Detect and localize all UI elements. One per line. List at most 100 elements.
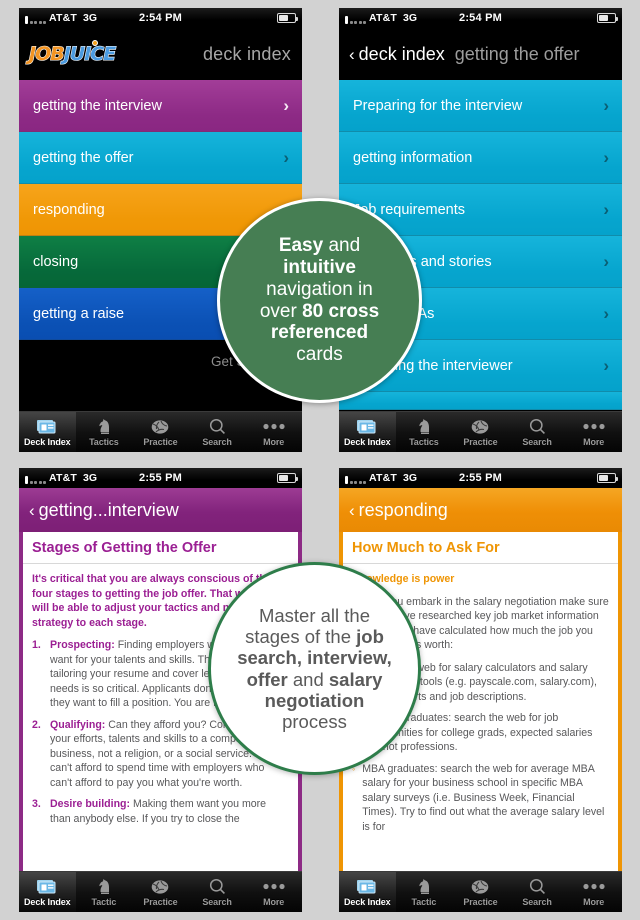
callout-navigation: Easy and intuitive navigation in over 80 cr…: [217, 198, 422, 403]
status-bar: AT&T 3G 2:54 PM: [19, 8, 302, 28]
tab-label: Search: [522, 897, 552, 907]
tab-tactics[interactable]: Tactic: [396, 872, 453, 912]
list-item[interactable]: getting information ›: [339, 132, 622, 184]
back-button[interactable]: ‹ getting...interview: [29, 500, 179, 521]
tab-label: Search: [202, 437, 232, 447]
tab-bar: Deck Index Tactic Practice Search More: [19, 871, 302, 912]
ellipsis-icon: [583, 417, 605, 436]
step-term: Desire building:: [50, 798, 131, 810]
battery-icon: [277, 473, 298, 483]
tab-label: Search: [202, 897, 232, 907]
chevron-left-icon: ‹: [349, 44, 355, 64]
list-item-label: closing: [33, 253, 79, 270]
list-item-partial[interactable]: [339, 392, 622, 410]
tab-label: Tactic: [91, 897, 117, 907]
magnifier-icon: [529, 417, 546, 436]
cards-icon: [357, 417, 377, 436]
magnifier-icon: [209, 417, 226, 436]
list-item-label: Preparing for the interview: [353, 97, 523, 114]
status-bar-time: 2:55 PM: [139, 472, 182, 484]
tab-label: Practice: [463, 437, 498, 447]
chevron-left-icon: ‹: [349, 500, 355, 520]
tab-label: More: [583, 897, 605, 907]
list-item[interactable]: Preparing for the interview ›: [339, 80, 622, 132]
tab-bar: Deck Index Tactics Practice Search More: [339, 411, 622, 452]
tab-practice[interactable]: Practice: [452, 872, 509, 912]
logo-text-job: JOB: [28, 42, 65, 65]
jobjuice-logo: JOB JUICE: [28, 40, 117, 66]
tab-more[interactable]: More: [565, 872, 622, 912]
tab-practice[interactable]: Practice: [132, 412, 189, 452]
tab-deck-index[interactable]: Deck Index: [19, 872, 76, 912]
battery-icon: [277, 13, 298, 23]
tab-deck-index[interactable]: Deck Index: [339, 872, 396, 912]
tab-tactics[interactable]: Tactics: [396, 412, 453, 452]
tab-label: Deck Index: [344, 897, 391, 907]
back-button-label: deck index: [358, 43, 445, 64]
list-item-label: responding: [33, 201, 105, 218]
list-item[interactable]: getting the interview ›: [19, 80, 302, 132]
callout-stages: Master all the stages of the job search, i…: [208, 562, 421, 775]
tab-practice[interactable]: Practice: [132, 872, 189, 912]
tab-label: More: [263, 897, 285, 907]
tab-search[interactable]: Search: [189, 412, 246, 452]
callout-text: Master all the stages of the job search, i…: [237, 604, 392, 733]
step-number: 1.: [32, 639, 41, 651]
tab-tactics[interactable]: Tactic: [76, 872, 133, 912]
callout-text: Easy and intuitive navigation in over 80 cr…: [259, 234, 380, 366]
tab-label: Practice: [463, 897, 498, 907]
tab-more[interactable]: More: [565, 412, 622, 452]
tab-label: Deck Index: [344, 437, 391, 447]
tab-more[interactable]: More: [245, 872, 302, 912]
tab-search[interactable]: Search: [509, 872, 566, 912]
tab-label: Tactics: [89, 437, 119, 447]
tab-tactics[interactable]: Tactics: [76, 412, 133, 452]
card-lead-paragraph: Knowledge is power: [352, 573, 455, 585]
tab-label: Search: [522, 437, 552, 447]
list-item-label: getting the offer: [33, 149, 134, 166]
list-item[interactable]: getting the offer ›: [19, 132, 302, 184]
battery-icon: [597, 13, 618, 23]
ellipsis-icon: [263, 417, 285, 436]
tab-label: More: [263, 437, 285, 447]
ellipsis-icon: [583, 877, 605, 896]
knight-chess-icon: [417, 877, 431, 896]
screenshot-grid: AT&T 3G 2:54 PM JOB JUICE deck index gett…: [0, 0, 640, 920]
battery-icon: [597, 473, 618, 483]
list-item-label: getting the interview: [33, 97, 162, 114]
knight-chess-icon: [97, 877, 111, 896]
tab-deck-index[interactable]: Deck Index: [339, 412, 396, 452]
cards-icon: [37, 877, 57, 896]
brain-icon: [471, 877, 489, 896]
tab-search[interactable]: Search: [509, 412, 566, 452]
back-button[interactable]: ‹ deck index: [349, 44, 445, 65]
card-title: Stages of Getting the Offer: [23, 532, 298, 564]
list-item: 3. Desire building: Making them want you…: [32, 797, 289, 826]
tab-label: Practice: [143, 897, 178, 907]
tab-practice[interactable]: Practice: [452, 412, 509, 452]
tab-search[interactable]: Search: [189, 872, 246, 912]
navbar-deck-index: JOB JUICE deck index: [19, 28, 302, 80]
step-term: Prospecting:: [50, 639, 115, 651]
status-bar: AT&T 3G 2:54 PM: [339, 8, 622, 28]
tab-more[interactable]: More: [245, 412, 302, 452]
card-title: How Much to Ask For: [343, 532, 618, 564]
chevron-right-icon: ›: [603, 95, 609, 115]
magnifier-icon: [209, 877, 226, 896]
page-title: getting the offer: [454, 43, 580, 64]
tab-bar: Deck Index Tactic Practice Search More: [339, 871, 622, 912]
tab-label: Practice: [143, 437, 178, 447]
cards-icon: [37, 417, 57, 436]
status-bar: AT&T 3G 2:55 PM: [19, 468, 302, 488]
status-bar-time: 2:55 PM: [459, 472, 502, 484]
chevron-right-icon: ›: [283, 147, 289, 167]
list-item-label: getting information: [353, 149, 473, 166]
tab-bar: Deck Index Tactics Practice Search More: [19, 411, 302, 452]
ellipsis-icon: [263, 877, 285, 896]
logo-dot-icon: [92, 40, 98, 46]
back-button[interactable]: ‹ responding: [349, 500, 448, 521]
step-number: 3.: [32, 798, 41, 810]
list-item-label: getting a raise: [33, 305, 125, 322]
logo-text-juice: JUICE: [63, 42, 117, 65]
tab-deck-index[interactable]: Deck Index: [19, 412, 76, 452]
